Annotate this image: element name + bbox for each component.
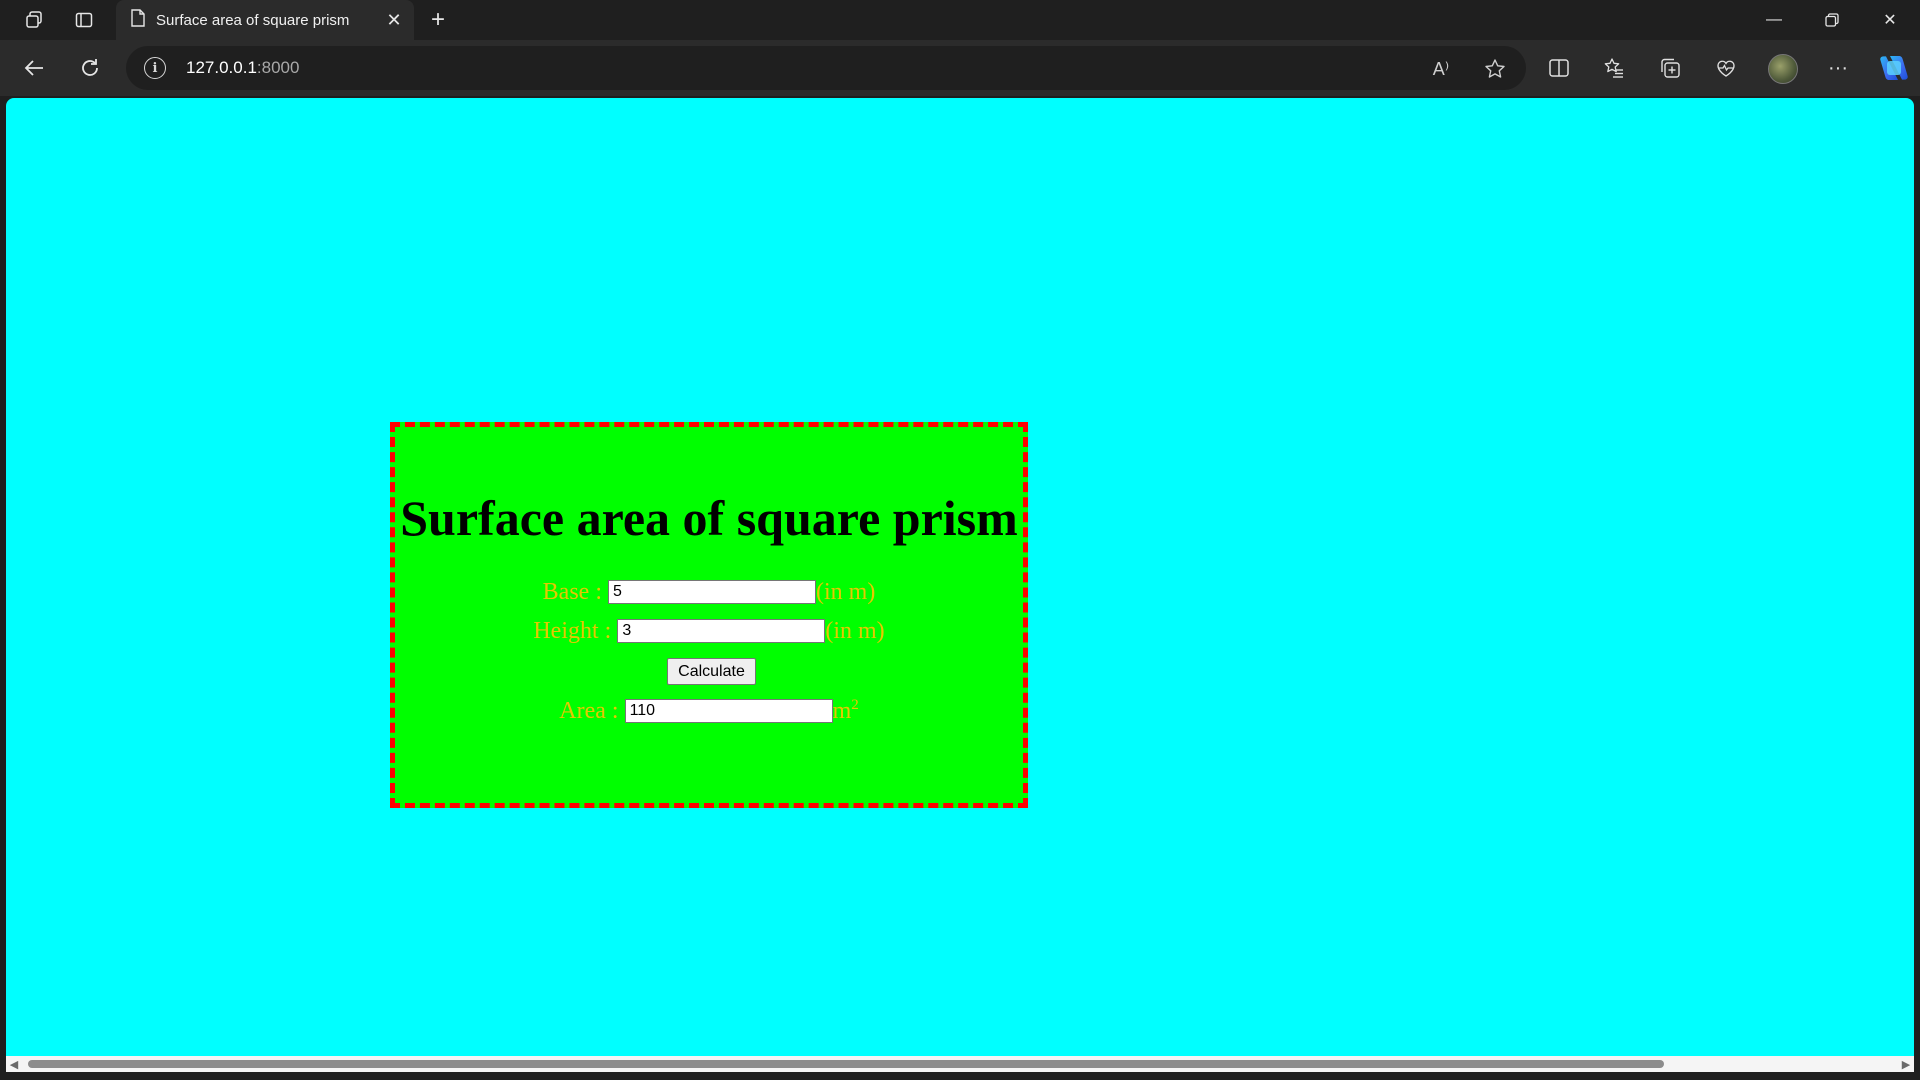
base-input[interactable] xyxy=(608,580,816,605)
window-close-icon[interactable]: ✕ xyxy=(1862,0,1918,40)
close-icon[interactable]: ✕ xyxy=(384,10,404,31)
tab-title: Surface area of square prism xyxy=(156,11,350,29)
area-unit: m2 xyxy=(832,697,859,725)
plus-icon: + xyxy=(430,6,445,33)
browser-toolbar: i 127.0.0.1:8000 A⁾ ··· xyxy=(0,40,1920,96)
minimize-icon[interactable]: — xyxy=(1746,0,1802,40)
calculator-box: Surface area of square prism Base : (in … xyxy=(390,422,1028,808)
new-tab-button[interactable]: + xyxy=(420,0,456,40)
area-output[interactable] xyxy=(624,699,833,724)
url-port: :8000 xyxy=(256,58,300,77)
split-screen-icon[interactable] xyxy=(1543,52,1575,84)
tab-actions-icon[interactable] xyxy=(62,0,106,40)
calculate-button[interactable]: Calculate xyxy=(667,658,756,685)
horizontal-scrollbar[interactable]: ◀ ▶ xyxy=(6,1056,1914,1072)
tab-strip: Surface area of square prism ✕ + — ✕ xyxy=(0,0,1920,40)
more-icon[interactable]: ··· xyxy=(1822,52,1854,84)
restore-icon[interactable] xyxy=(1804,0,1860,40)
active-tab[interactable]: Surface area of square prism ✕ xyxy=(116,0,414,40)
browser-essentials-icon[interactable] xyxy=(1710,52,1742,84)
scroll-right-icon[interactable]: ▶ xyxy=(1898,1056,1914,1072)
area-unit-exponent: 2 xyxy=(851,697,859,714)
url-host: 127.0.0.1 xyxy=(186,58,257,77)
page-viewport: Surface area of square prism Base : (in … xyxy=(6,98,1914,1058)
area-unit-base: m xyxy=(832,698,852,725)
page-icon xyxy=(130,9,146,31)
page-title: Surface area of square prism xyxy=(400,490,1018,546)
refresh-icon[interactable] xyxy=(70,48,110,88)
favorites-icon[interactable] xyxy=(1598,52,1630,84)
base-row: Base : (in m) xyxy=(395,578,1023,606)
back-arrow-icon[interactable] xyxy=(14,48,54,88)
copilot-icon[interactable] xyxy=(1878,52,1910,84)
window-bottom-edge xyxy=(0,1072,1920,1080)
base-unit: (in m) xyxy=(816,578,876,605)
profile-avatar[interactable] xyxy=(1768,54,1798,84)
height-unit: (in m) xyxy=(825,617,885,644)
scrollbar-thumb[interactable] xyxy=(28,1060,1664,1068)
url-text[interactable]: 127.0.0.1:8000 xyxy=(186,58,299,78)
address-bar[interactable]: i 127.0.0.1:8000 A⁾ xyxy=(126,46,1526,90)
area-label: Area : xyxy=(559,697,619,724)
collections-icon[interactable] xyxy=(1654,52,1686,84)
height-input[interactable] xyxy=(617,619,826,644)
base-label: Base : xyxy=(542,578,602,605)
height-row: Height : (in m) xyxy=(395,617,1023,645)
scroll-left-icon[interactable]: ◀ xyxy=(6,1056,22,1072)
read-aloud-icon[interactable]: A⁾ xyxy=(1428,56,1454,82)
area-row: Area : m2 xyxy=(395,697,1023,725)
star-icon[interactable] xyxy=(1482,56,1508,82)
height-label: Height : xyxy=(533,617,612,644)
workspaces-icon[interactable] xyxy=(12,0,56,40)
info-icon[interactable]: i xyxy=(144,57,166,79)
